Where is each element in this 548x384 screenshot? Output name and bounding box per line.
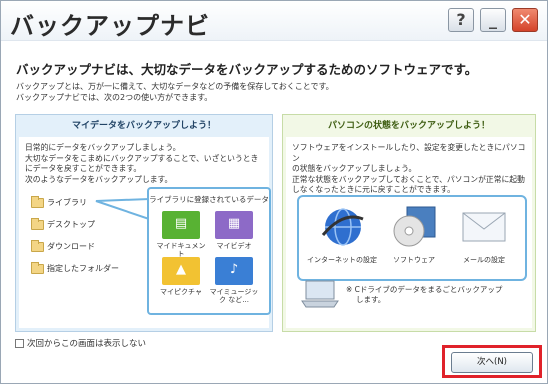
item-library: ライブラリ xyxy=(31,195,87,208)
my-music-icon: ♪ xyxy=(215,257,253,285)
next-button-highlight: 次へ(N) xyxy=(442,345,542,378)
intro-description: バックアップとは、万が一に備えて、大切なデータなどの予備を保存しておくことです。… xyxy=(16,81,334,103)
item-desktop: デスクトップ xyxy=(31,217,95,230)
note-line: します。 xyxy=(356,295,386,304)
internet-settings-label: インターネットの設定 xyxy=(307,256,377,264)
mail-envelope-icon xyxy=(462,212,506,242)
software-label: ソフトウェア xyxy=(393,256,435,264)
dont-show-again-checkbox[interactable]: 次回からこの画面は表示しない xyxy=(15,337,146,349)
my-data-text-line: 日常的にデータをバックアップしましょう。 xyxy=(25,143,181,152)
pc-state-text-line: の状態をバックアップしましょう。 xyxy=(292,164,417,173)
window-title: バックアップナビ xyxy=(10,12,210,40)
pc-state-panel[interactable]: パソコンの状態をバックアップしよう！ ソフトウェアをインストールしたり、設定を変… xyxy=(282,114,536,332)
intro-line-1: バックアップとは、万が一に備えて、大切なデータなどの予備を保存しておくことです。 xyxy=(16,82,334,91)
c-drive-note: ※ Cドライブのデータをまるごとバックアップ します。 xyxy=(346,285,502,305)
my-videos-icon: ▦ xyxy=(215,211,253,239)
pc-state-text-line: ソフトウェアをインストールしたり、設定を変更したときにパソコン xyxy=(292,143,526,163)
my-pictures-icon: ▲ xyxy=(162,257,200,285)
my-data-text-line: 大切なデータをこまめにバックアップすることで、いざというとき xyxy=(25,153,259,163)
pc-state-text-line: しなくなったときに元に戻すことができます。 xyxy=(292,185,455,194)
folder-icon xyxy=(31,217,44,230)
intro-headline: バックアップナビは、大切なデータをバックアップするためのソフトウェアです。 xyxy=(16,62,478,77)
item-downloads: ダウンロード xyxy=(31,239,95,252)
folder-icon xyxy=(31,195,44,208)
my-data-body: 日常的にデータをバックアップしましょう。 大切なデータをこまめにバックアップする… xyxy=(19,137,271,328)
my-music-label: マイミュージック など... xyxy=(209,288,259,304)
checkbox-box[interactable] xyxy=(15,338,24,348)
pc-state-text-line: 正常な状態をバックアップしておくことで、パソコンが正常に起動 xyxy=(292,174,525,184)
note-line: ※ Cドライブのデータをまるごとバックアップ xyxy=(346,285,503,294)
laptop-icon xyxy=(301,280,339,308)
pc-state-body: ソフトウェアをインストールしたり、設定を変更したときにパソコン の状態をバックア… xyxy=(286,137,532,328)
my-data-text-line: にデータを戻すことができます。 xyxy=(25,164,142,173)
settings-callout: インターネットの設定 ソフトウェア メールの設定 xyxy=(297,195,527,281)
my-data-text-line: 次のようなデータをバックアップします。 xyxy=(25,174,173,184)
close-button[interactable]: ✕ xyxy=(512,8,538,32)
item-label: ライブラリ xyxy=(47,198,87,207)
internet-globe-icon xyxy=(321,208,364,246)
next-button[interactable]: 次へ(N) xyxy=(451,352,533,373)
my-documents-icon: ▤ xyxy=(162,211,200,239)
callout-pointer-icon xyxy=(95,197,150,221)
my-documents-label: マイドキュメント xyxy=(156,242,206,258)
help-button[interactable]: ? xyxy=(448,8,474,32)
my-pictures-label: マイピクチャ xyxy=(160,288,202,296)
my-videos-label: マイビデオ xyxy=(216,242,252,250)
minimize-button[interactable]: _ xyxy=(480,8,506,32)
pc-state-heading: パソコンの状態をバックアップしよう！ xyxy=(327,121,490,131)
folder-icon xyxy=(31,261,44,274)
library-box: ライブラリに登録されているデータ ▤ マイドキュメント ▦ マイビデオ ▲ マイ… xyxy=(147,187,271,315)
my-data-description: 日常的にデータをバックアップしましょう。 大切なデータをこまめにバックアップする… xyxy=(25,143,258,185)
my-data-heading: マイデータをバックアップしよう！ xyxy=(71,121,216,131)
software-disc-icon xyxy=(393,206,436,247)
intro-line-2: バックアップナビでは、次の2つの使い方ができます。 xyxy=(16,93,213,102)
title-bar: バックアップナビ ? _ ✕ xyxy=(1,1,547,41)
mail-settings-label: メールの設定 xyxy=(463,256,505,264)
item-label: ダウンロード xyxy=(47,242,95,251)
folder-icon xyxy=(31,239,44,252)
backup-navi-window: バックアップナビ ? _ ✕ バックアップナビは、大切なデータをバックアップする… xyxy=(0,0,548,384)
pc-state-description: ソフトウェアをインストールしたり、設定を変更したときにパソコン の状態をバックア… xyxy=(292,143,532,196)
item-label: 指定したフォルダー xyxy=(47,264,119,273)
item-specified-folder: 指定したフォルダー xyxy=(31,261,119,274)
item-label: デスクトップ xyxy=(47,220,95,229)
library-box-title: ライブラリに登録されているデータ xyxy=(149,195,269,204)
checkbox-label: 次回からこの画面は表示しない xyxy=(27,339,147,349)
my-data-panel[interactable]: マイデータをバックアップしよう！ 日常的にデータをバックアップしましょう。 大切… xyxy=(15,114,273,332)
